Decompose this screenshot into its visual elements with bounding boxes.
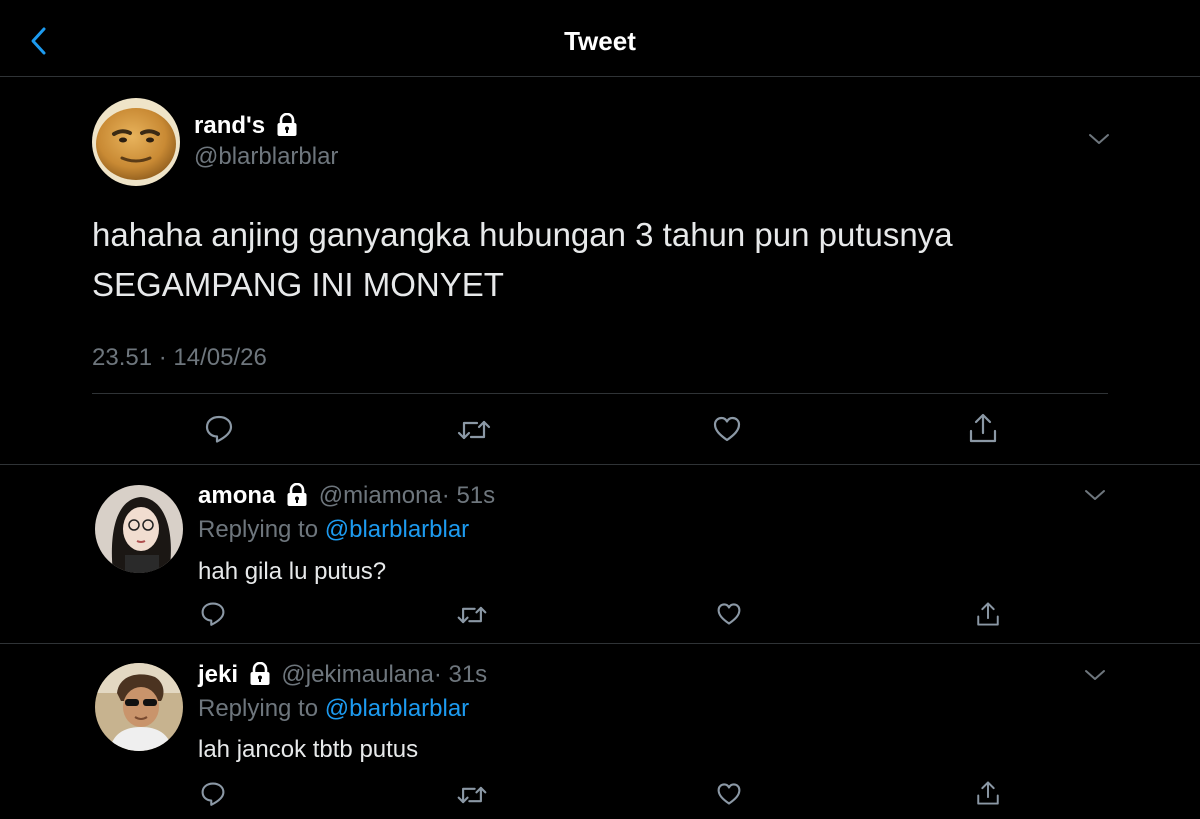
reply-time: · 31s [433, 661, 488, 688]
handle[interactable]: @jekimaulana [281, 661, 433, 688]
lock-icon [287, 482, 307, 506]
chevron-down-icon[interactable] [1088, 132, 1110, 146]
handle[interactable]: @miamona [319, 482, 442, 509]
share-icon[interactable] [967, 412, 999, 444]
avatar[interactable] [95, 663, 183, 751]
handle[interactable]: @blarblarblar [194, 143, 338, 171]
retweet-icon[interactable] [456, 603, 488, 627]
retweet-icon[interactable] [456, 417, 492, 443]
reply-icon[interactable] [200, 601, 226, 627]
chevron-down-icon[interactable] [1084, 668, 1106, 682]
share-icon[interactable] [975, 600, 1001, 628]
divider [0, 464, 1200, 465]
like-icon[interactable] [712, 414, 742, 444]
reply-text: lah jancok tbtb putus [198, 736, 419, 763]
divider [92, 393, 1108, 394]
tweet-text-line-2: SEGAMPANG INI MONYET [92, 266, 504, 303]
avatar[interactable] [92, 98, 180, 186]
retweet-icon[interactable] [456, 783, 488, 807]
like-icon[interactable] [716, 781, 742, 807]
page-title: Tweet [564, 26, 636, 56]
share-icon[interactable] [975, 779, 1001, 807]
tweet-text-line-1: hahaha anjing ganyangka hubungan 3 tahun… [92, 216, 953, 253]
reply-icon[interactable] [204, 414, 234, 444]
lock-icon [250, 661, 270, 685]
divider [0, 76, 1200, 77]
replying-to-link[interactable]: @blarblarblar [325, 516, 469, 543]
tweet-timestamp: 23.51 · 14/05/26 [92, 344, 267, 371]
chevron-down-icon[interactable] [1084, 488, 1106, 502]
reply-text: hah gila lu putus? [198, 558, 387, 585]
reply-icon[interactable] [200, 781, 226, 807]
lock-icon [277, 112, 297, 136]
display-name[interactable]: rand's [194, 112, 265, 139]
divider [0, 643, 1200, 644]
reply-time: · 51s [441, 482, 496, 509]
replying-to-label: Replying to [198, 695, 319, 722]
avatar[interactable] [95, 485, 183, 573]
like-icon[interactable] [716, 601, 742, 627]
replying-to-link[interactable]: @blarblarblar [325, 695, 469, 722]
display-name[interactable]: amona [198, 482, 275, 509]
display-name[interactable]: jeki [198, 661, 238, 688]
replying-to-label: Replying to [198, 516, 319, 543]
